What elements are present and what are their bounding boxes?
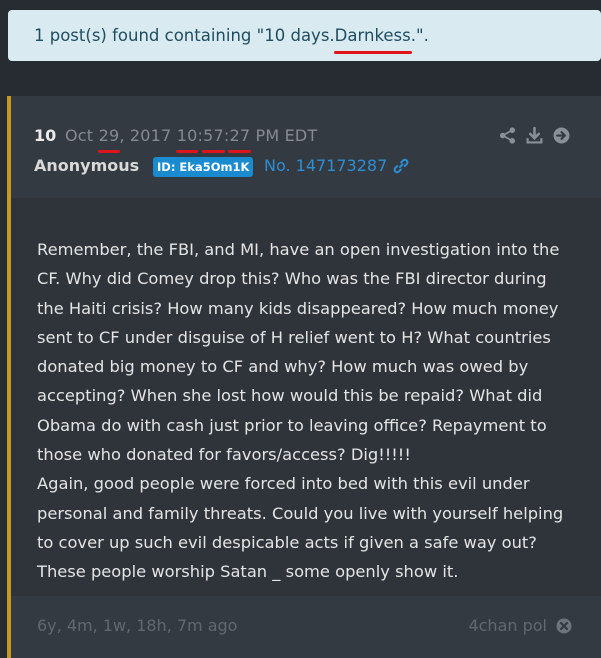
- post-number[interactable]: No. 147173287: [264, 156, 387, 175]
- notice-highlighted-term: Darnkess: [333, 26, 412, 54]
- post-actions: [499, 127, 570, 144]
- arrow-right-circle-icon[interactable]: [553, 127, 570, 144]
- poster-id-badge[interactable]: ID: Eka5Om1K: [153, 157, 254, 177]
- search-results-notice: 1 post(s) found containing "10 days. Dar…: [8, 10, 601, 61]
- post-number-link[interactable]: No. 147173287: [264, 156, 409, 175]
- post-source-label: 4chan pol: [468, 616, 547, 635]
- post-paragraph: Again, good people were forced into bed …: [37, 474, 564, 582]
- post-relative-time: 6y, 4m, 1w, 18h, 7m ago: [37, 616, 238, 635]
- post-paragraph: Remember, the FBI, and MI, have an open …: [37, 240, 560, 465]
- close-circle-icon[interactable]: [556, 618, 572, 634]
- notice-prefix: 1 post(s) found containing "10 days.: [34, 26, 335, 45]
- post-header: 10 Oct 29, 2017 10:57:27 PM EDT Anonymou…: [11, 96, 601, 198]
- share-icon[interactable]: [499, 127, 516, 144]
- post-source: 4chan pol: [468, 616, 572, 635]
- download-icon[interactable]: [526, 127, 543, 144]
- post-body: Remember, the FBI, and MI, have an open …: [37, 235, 577, 587]
- post-timestamp: Oct 29, 2017 10:57:27 PM EDT: [65, 126, 318, 153]
- post-footer: 6y, 4m, 1w, 18h, 7m ago 4chan pol: [11, 596, 601, 658]
- notice-suffix: .".: [410, 26, 429, 45]
- link-icon[interactable]: [393, 158, 409, 174]
- post-card: 10 Oct 29, 2017 10:57:27 PM EDT Anonymou…: [7, 96, 601, 658]
- post-index: 10: [34, 126, 57, 145]
- post-author: Anonymous: [34, 156, 140, 175]
